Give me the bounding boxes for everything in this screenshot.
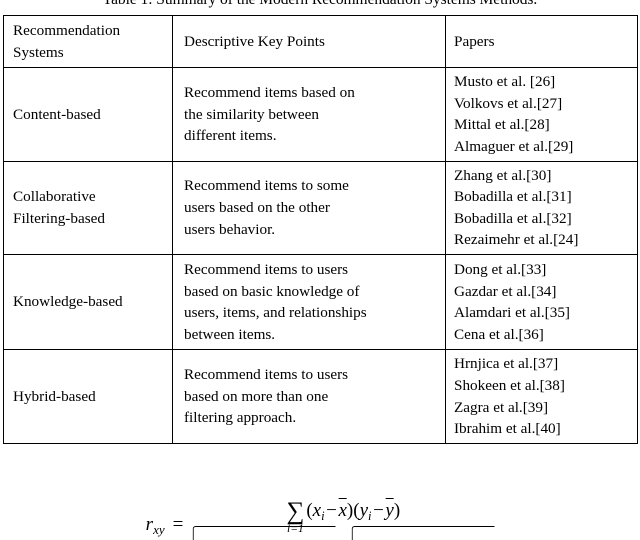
table-row: Hybrid-based Recommend items to users ba…	[3, 349, 638, 444]
row4-paper-2: Shokeen et al.[38]	[454, 376, 565, 394]
header-papers-label: Papers	[454, 32, 495, 50]
row2-key-points-cell: Recommend items to some users based on t…	[172, 160, 446, 255]
row3-key-points-cell: Recommend items to users based on basic …	[172, 253, 446, 351]
numerator-y-subscript: i	[368, 509, 372, 523]
numerator-close-paren-2: )	[393, 500, 401, 521]
row2-paper-4: Rezaimehr et al.[24]	[454, 231, 579, 249]
numerator-x-subscript: i	[321, 509, 325, 523]
row2-key-points-line3: users behavior.	[184, 220, 276, 238]
row3-paper-4: Cena et al.[36]	[454, 325, 544, 343]
table-caption: Table 1: Summary of the Modern Recommend…	[0, 0, 640, 10]
table-container: Recommendation Systems Descriptive Key P…	[3, 14, 638, 444]
table-header-row: Recommendation Systems Descriptive Key P…	[3, 14, 638, 69]
table-row: Knowledge-based Recommend items to users…	[3, 253, 638, 351]
row2-paper-2: Bobadilla et al.[31]	[454, 188, 572, 206]
numerator-minus-1: −	[326, 500, 337, 521]
summary-table: Recommendation Systems Descriptive Key P…	[3, 14, 638, 444]
header-cell-systems: Recommendation Systems	[3, 14, 173, 69]
header-key-points-label: Descriptive Key Points	[184, 32, 325, 50]
summation-symbol: ∑ni=1	[286, 498, 304, 535]
numerator-y-bar: y	[385, 498, 394, 521]
row4-key-points-line2: based on more than one	[184, 387, 329, 405]
row2-system-label-line1: Collaborative	[13, 188, 96, 206]
row1-system-cell: Content-based	[3, 67, 173, 162]
row4-paper-3: Zagra et al.[39]	[454, 398, 549, 416]
row2-key-points-line1: Recommend items to some	[184, 177, 349, 195]
header-cell-key-points: Descriptive Key Points	[172, 14, 446, 69]
row4-papers-cell: Hrnjica et al.[37] Shokeen et al.[38] Za…	[445, 349, 638, 444]
table-row: Content-based Recommend items based on t…	[3, 67, 638, 162]
row3-papers-cell: Dong et al.[33] Gazdar et al.[34] Alamda…	[445, 253, 638, 351]
row1-key-points-line3: different items.	[184, 127, 277, 145]
row3-paper-2: Gazdar et al.[34]	[454, 282, 557, 300]
row2-paper-3: Bobadilla et al.[32]	[454, 209, 572, 227]
row4-system-label: Hybrid-based	[13, 387, 96, 405]
row3-key-points-line2: based on basic knowledge of	[184, 282, 360, 300]
row1-system-label: Content-based	[13, 105, 101, 123]
row4-key-points-line3: filtering approach.	[184, 409, 297, 427]
row3-key-points-line4: between items.	[184, 325, 276, 343]
row1-key-points-cell: Recommend items based on the similarity …	[172, 67, 446, 162]
row2-key-points-line2: users based on the other	[184, 198, 330, 216]
header-systems-line1: Recommendation	[13, 22, 121, 39]
row1-paper-3: Mittal et al.[28]	[454, 116, 550, 134]
row1-paper-2: Volkovs et al.[27]	[454, 94, 563, 112]
summation-glyph: ∑	[286, 498, 305, 525]
equation-lhs-subscript: xy	[153, 521, 165, 537]
row4-key-points-cell: Recommend items to users based on more t…	[172, 349, 446, 444]
row2-papers-cell: Zhang et al.[30] Bobadilla et al.[31] Bo…	[445, 160, 638, 255]
row4-paper-4: Ibrahim et al.[40]	[454, 420, 561, 438]
numerator-x-bar: x	[338, 498, 348, 521]
row3-key-points-line3: users, items, and relationships	[184, 304, 367, 322]
row4-key-points-line1: Recommend items to users	[184, 366, 349, 384]
row3-system-cell: Knowledge-based	[3, 253, 173, 351]
row2-paper-1: Zhang et al.[30]	[454, 166, 552, 184]
radical-sign-left	[192, 526, 336, 540]
radical-sign-right	[351, 526, 495, 540]
header-systems-line2: Systems	[13, 43, 64, 61]
summation-lower-limit: i=1	[287, 522, 304, 535]
equation-fraction: ∑ni=1(xi − x)(yi − y)	[192, 498, 495, 540]
row1-key-points-line2: the similarity between	[184, 105, 319, 123]
row4-system-cell: Hybrid-based	[3, 349, 173, 444]
header-cell-papers: Papers	[445, 14, 638, 69]
equation-equals-sign: =	[172, 514, 184, 535]
row3-paper-1: Dong et al.[33]	[454, 260, 547, 278]
equation-numerator: ∑ni=1(xi − x)(yi − y)	[276, 498, 410, 535]
row1-key-points-line1: Recommend items based on	[184, 83, 355, 101]
row3-system-label: Knowledge-based	[13, 293, 123, 311]
row2-system-cell: Collaborative Filtering-based	[3, 160, 173, 255]
row4-paper-1: Hrnjica et al.[37]	[454, 355, 559, 373]
row3-paper-3: Alamdari et al.[35]	[454, 304, 570, 322]
row1-paper-4: Almaguer et al.[29]	[454, 137, 574, 155]
row1-papers-cell: Musto et al. [26] Volkovs et al.[27] Mit…	[445, 67, 638, 162]
numerator-minus-2: −	[373, 500, 384, 521]
equation-denominator	[192, 524, 495, 540]
row3-key-points-line1: Recommend items to users	[184, 260, 349, 278]
table-row: Collaborative Filtering-based Recommend …	[3, 160, 638, 255]
pearson-correlation-equation: rxy = ∑ni=1(xi − x)(yi − y)	[0, 498, 640, 540]
row2-system-label-line2: Filtering-based	[13, 209, 105, 227]
equation-lhs: rxy	[146, 498, 165, 538]
row1-paper-1: Musto et al. [26]	[454, 73, 556, 91]
